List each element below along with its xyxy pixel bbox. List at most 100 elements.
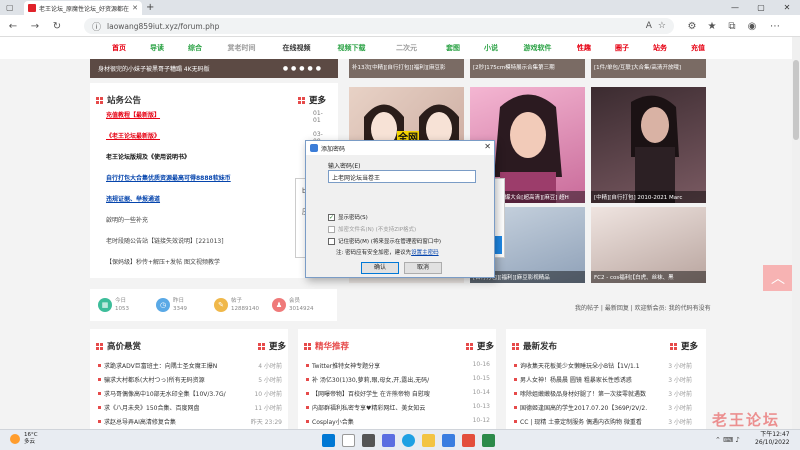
task-view-icon[interactable] [362, 434, 375, 447]
scrollbar-thumb[interactable] [793, 60, 799, 140]
notice-item[interactable]: 【保妈级】秒传+解压+发帖 图文视频教学 [106, 257, 220, 266]
stat-label: 会员 [289, 298, 301, 304]
list-item[interactable]: 骗求大村都系(大村つっ)所有无码资源 [98, 375, 205, 384]
list-item[interactable]: 求赵总导弄AI高清修复合集 [98, 417, 176, 426]
nav-item[interactable]: 站务 [641, 43, 679, 53]
checkbox-icon [328, 225, 335, 233]
notice-item[interactable]: 老王论坛版规及《使用说明书》 [106, 152, 190, 161]
list-item-time: 10 小时前 [254, 391, 282, 398]
top-thumb[interactable]: [2秒]175cm模特展示合集第三期 [470, 59, 585, 78]
nav-item[interactable]: 视频下载 [324, 43, 379, 53]
list-item-time: 10-13 [472, 403, 490, 410]
photo-thumb[interactable]: FC2 - cos福利[【白虎、丝袜、黑 [591, 207, 706, 283]
list-item[interactable]: Cosplay小合集 [306, 417, 354, 426]
nav-item[interactable]: 在线视频 [269, 43, 324, 53]
list-more-label: 更多 [680, 342, 698, 352]
ok-button[interactable]: 确认 [361, 262, 399, 274]
top-thumb[interactable]: [1件/单包/互联]大合集/高清开放哦] [591, 59, 706, 78]
list-item[interactable]: CC | 现精 土豪定制服务 偶遇内衣购物 微重看 [514, 417, 642, 426]
grid-icon [257, 342, 265, 350]
list-item[interactable]: 【网曝帝物】百校好学生 在许熊帝物 自慰嗖 [306, 389, 430, 398]
notice-item[interactable]: 自行打包大合集优质资源最高可得8888软妹币 [106, 173, 231, 182]
stat-item: ✎ 帖子 12889140 [214, 297, 266, 313]
more-menu-icon[interactable]: ⋯ [768, 19, 782, 33]
scroll-to-top-button[interactable]: ︿ [763, 265, 793, 291]
list-item[interactable]: 求跪求ADV巨富班主：向隅士圣女魔王爆N [98, 361, 217, 370]
photo-thumb[interactable]: [中精][自行打包] 2010-2021 Marc [591, 87, 706, 203]
read-aloud-icon[interactable]: A [646, 21, 652, 31]
edge-browser-icon[interactable] [402, 434, 415, 447]
notice-item[interactable]: 老时段随公告站【链接失效说明】[221013] [106, 236, 224, 245]
minimize-icon[interactable]: — [722, 0, 748, 15]
system-tray-icons[interactable]: ⌃ ⌨ ♪ [715, 436, 740, 444]
list-item[interactable]: Twitter推特女神专题分享 [306, 361, 380, 370]
file-explorer-icon[interactable] [422, 434, 435, 447]
collections-icon[interactable]: ⧉ [725, 19, 739, 33]
encrypt-filenames-checkbox[interactable]: 加密文件名(N) (不支持ZIP格式) [328, 225, 416, 233]
cancel-button[interactable]: 取消 [404, 262, 442, 274]
profile-icon[interactable]: ◉ [745, 19, 759, 33]
list-more-link[interactable]: 更多 [257, 340, 286, 352]
remember-password-checkbox[interactable]: 记住密码(M) (将来显示在管理密码窗口中) [328, 237, 441, 245]
favorites-icon[interactable]: ★ [705, 19, 719, 33]
app-icon[interactable] [482, 434, 495, 447]
nav-item[interactable]: 套图 [434, 43, 472, 53]
dialog-close-icon[interactable]: ✕ [484, 142, 491, 151]
list-item[interactable]: 询收集天花板美少女懒睡玩朵小B钻【1V/1.1 [514, 361, 640, 370]
grid-icon [304, 342, 311, 350]
store-icon[interactable] [442, 434, 455, 447]
nav-item[interactable]: 综合 [176, 43, 214, 53]
list-item[interactable]: 求《八月未央》150合集、百度网盘 [98, 403, 199, 412]
notice-more-link[interactable]: 更多 [298, 94, 326, 106]
show-password-checkbox[interactable]: ✓ 显示密码(S) [328, 213, 368, 221]
top-thumb[interactable]: 补13次[中精][自行打包][福利][麻豆影 [349, 59, 464, 78]
list-item[interactable]: 内部群福利私密专享♥精彩网红、美女知云 [306, 403, 425, 412]
forward-icon[interactable]: → [28, 19, 42, 33]
nav-item[interactable]: 性趣 [565, 43, 603, 53]
extensions-icon[interactable]: ⚙ [685, 19, 699, 33]
banner-slider[interactable]: 身材很完的小妹子被黑哥子糟蹋 4K无码版 ●●●●● [90, 59, 338, 78]
checkbox-icon [328, 237, 335, 245]
password-input[interactable]: 上老网论坛当卷王 [328, 170, 476, 183]
list-more-link[interactable]: 更多 [465, 340, 494, 352]
nav-item[interactable]: 二次元 [379, 43, 434, 53]
list-more-link[interactable]: 更多 [669, 340, 698, 352]
user-links[interactable]: 我的帖子 | 最新回复 | 欢迎新会员: 我的代码有没有 [575, 303, 711, 312]
nav-item[interactable]: 导读 [138, 43, 176, 53]
clock[interactable]: 下午12:47 26/10/2022 [755, 431, 790, 447]
maximize-icon[interactable]: ▢ [748, 0, 774, 15]
search-icon[interactable] [342, 434, 355, 447]
list-item[interactable]: 补 汤亿30(1)30,萝莉,眼,母女,开,露出,无码/ [306, 375, 429, 384]
set-master-password-link[interactable]: 设置主密码 [411, 250, 439, 256]
favorite-star-icon[interactable]: ☆ [658, 21, 666, 31]
notice-item[interactable]: 违规证据、举报通道 [106, 194, 160, 203]
nav-item[interactable]: 小说 [472, 43, 510, 53]
app-icon[interactable] [462, 434, 475, 447]
start-icon[interactable] [322, 434, 335, 447]
url-field[interactable]: ⓘ laowang859iut.xyz/forum.php A ☆ [84, 18, 674, 34]
notice-item[interactable]: 充值教程【最新版】 [106, 110, 160, 119]
notice-item[interactable]: 啟明的一些补充 [106, 215, 148, 224]
back-icon[interactable]: ← [6, 19, 20, 33]
new-tab-icon[interactable]: + [146, 2, 154, 13]
list-item[interactable]: 求马哥偶像高中10部无水印全集【10V/3.7G/ [98, 389, 226, 398]
nav-item[interactable]: 游戏软件 [510, 43, 565, 53]
tab-actions-icon[interactable]: ▢ [6, 3, 14, 12]
nav-item[interactable]: 圈子 [603, 43, 641, 53]
slider-dots[interactable]: ●●●●● [283, 65, 324, 72]
not-secure-icon[interactable]: ⓘ [92, 20, 101, 33]
browser-tab[interactable]: 老王论坛_原魔性论坛_好资源都在 ✕ [24, 1, 142, 15]
weather-widget[interactable]: 16°C 多云 [10, 432, 38, 446]
list-item[interactable]: 国德姬逢国高的学生2017.07.20【369P/2V/2. [514, 403, 647, 412]
nav-item[interactable]: 首页 [100, 43, 138, 53]
close-window-icon[interactable]: ✕ [774, 0, 800, 15]
refresh-icon[interactable]: ↻ [50, 19, 64, 33]
list-item[interactable]: 男人女神！杨晨晨 圆镜 粗暴家长性感诱惑 [514, 375, 632, 384]
list-item[interactable]: 嗦除姐嫩嫩极品身材好腿了！第一次接零就遇数 [514, 389, 646, 398]
chat-icon[interactable] [382, 434, 395, 447]
nav-item[interactable]: 充值 [679, 43, 717, 53]
nav-item[interactable]: 赏老时间 [214, 43, 269, 53]
notice-item[interactable]: 《老王论坛最新版》 [106, 131, 160, 140]
close-tab-icon[interactable]: ✕ [132, 4, 138, 12]
photo-caption: FC2 - cos福利[【白虎、丝袜、黑 [591, 271, 706, 283]
